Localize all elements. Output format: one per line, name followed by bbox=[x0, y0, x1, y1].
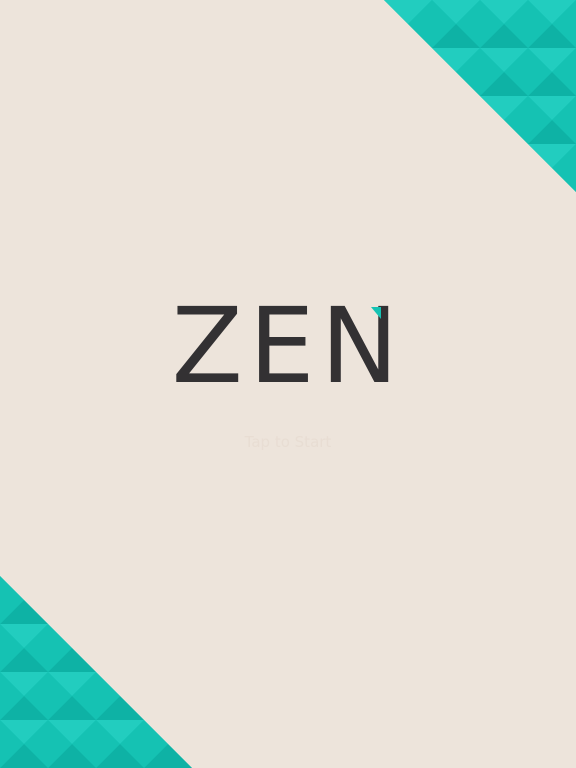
title-accent-mark bbox=[371, 307, 381, 319]
bottom-left-corner-decoration bbox=[0, 576, 192, 768]
title-screen[interactable]: ZEN Tap to Start bbox=[0, 0, 576, 768]
top-right-corner-decoration bbox=[384, 0, 576, 192]
game-title: ZEN bbox=[171, 285, 405, 407]
tap-to-start-prompt: Tap to Start bbox=[244, 433, 332, 451]
